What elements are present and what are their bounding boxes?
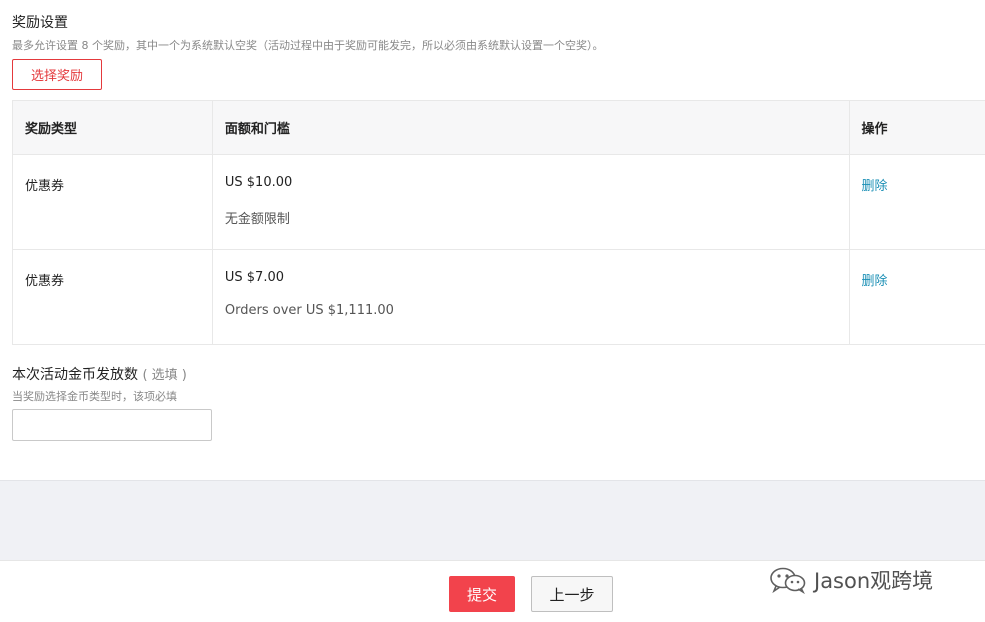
coin-count-input[interactable] [12, 409, 212, 441]
amount-threshold-cell: US $10.00 无金额限制 [212, 154, 850, 250]
page-background-band [0, 480, 985, 560]
reward-type-cell: 优惠券 [12, 154, 213, 250]
reward-amount: US $7.00 [224, 270, 285, 285]
reward-settings-panel: 奖励设置 最多允许设置 8 个奖励，其中一个为系统默认空奖（活动过程中由于奖励可… [0, 0, 985, 480]
action-cell: 删除 [849, 154, 985, 250]
delete-link[interactable]: 删除 [862, 179, 888, 194]
select-reward-button[interactable]: 选择奖励 [12, 59, 102, 90]
table-row: 优惠券 US $10.00 无金额限制 删除 [12, 154, 985, 250]
delete-link[interactable]: 删除 [862, 274, 888, 289]
coin-count-hint: 当奖励选择金币类型时，该项必填 [12, 390, 177, 403]
header-reward-type: 奖励类型 [12, 100, 213, 155]
watermark: Jason观跨境 [768, 563, 933, 597]
coin-count-label-text: 本次活动金币发放数 [12, 367, 138, 383]
action-cell: 删除 [849, 249, 985, 345]
reward-type-cell: 优惠券 [12, 249, 213, 345]
reward-threshold: 无金额限制 [224, 212, 290, 227]
optional-tag: ( 选填 ) [142, 368, 187, 383]
section-title: 奖励设置 [12, 15, 68, 31]
coin-count-label: 本次活动金币发放数 ( 选填 ) [12, 364, 187, 384]
submit-button[interactable]: 提交 [449, 576, 515, 612]
watermark-text: Jason观跨境 [814, 569, 934, 593]
wechat-icon [768, 566, 808, 594]
header-action: 操作 [849, 100, 985, 155]
table-row: 优惠券 US $7.00 Orders over US $1,111.00 删除 [12, 249, 985, 345]
header-amount-threshold: 面额和门槛 [212, 100, 850, 155]
table-header-row: 奖励类型 面额和门槛 操作 [12, 100, 985, 155]
amount-threshold-cell: US $7.00 Orders over US $1,111.00 [212, 249, 850, 345]
reward-threshold: Orders over US $1,111.00 [224, 303, 394, 318]
section-hint: 最多允许设置 8 个奖励，其中一个为系统默认空奖（活动过程中由于奖励可能发完，所… [12, 39, 604, 52]
reward-table: 奖励类型 面额和门槛 操作 优惠券 US $10.00 无金额限制 删除 优惠券… [12, 100, 985, 345]
reward-amount: US $10.00 [224, 175, 293, 190]
previous-step-button[interactable]: 上一步 [531, 576, 613, 612]
